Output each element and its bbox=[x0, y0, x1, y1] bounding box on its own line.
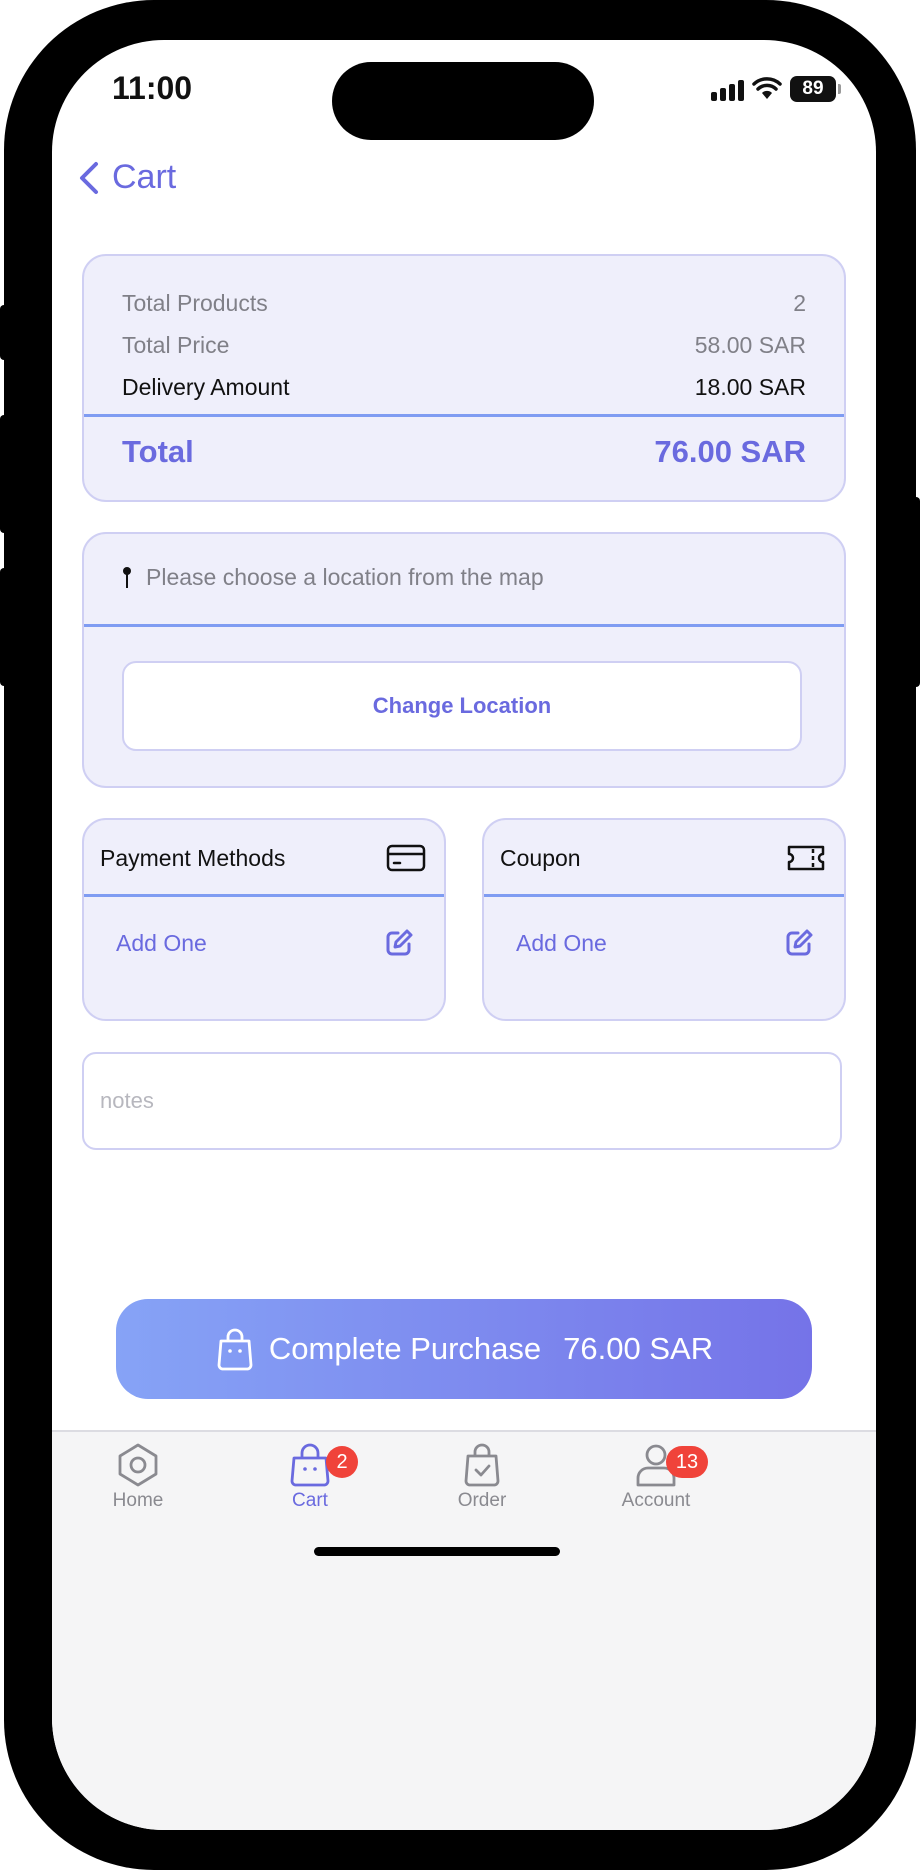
edit-icon bbox=[786, 929, 813, 956]
phone-frame: 11:00 89 Cart Total Products 2 Total Pri… bbox=[0, 0, 920, 1870]
bottom-tab-bar: Home Cart 2 Order Account 13 bbox=[52, 1430, 876, 1830]
location-prompt-row: Please choose a location from the map bbox=[122, 564, 544, 591]
status-time: 11:00 bbox=[112, 70, 193, 106]
notes-input[interactable] bbox=[82, 1052, 842, 1150]
cart-count-badge: 2 bbox=[326, 1446, 358, 1478]
chevron-left-icon bbox=[80, 161, 98, 194]
summary-divider bbox=[84, 414, 844, 417]
purchase-amount: 76.00 SAR bbox=[563, 1331, 714, 1366]
location-prompt: Please choose a location from the map bbox=[146, 564, 544, 590]
add-coupon-button[interactable]: Add One bbox=[516, 928, 814, 958]
tab-account[interactable]: Account 13 bbox=[596, 1442, 716, 1512]
purchase-label: Complete Purchase bbox=[268, 1331, 542, 1366]
home-icon bbox=[118, 1443, 158, 1487]
power-button bbox=[912, 497, 920, 687]
home-indicator bbox=[314, 1547, 560, 1556]
coupon-header: Coupon bbox=[500, 820, 826, 896]
add-payment-label: Add One bbox=[116, 929, 207, 956]
payment-divider bbox=[84, 894, 444, 897]
dynamic-island bbox=[332, 62, 594, 140]
location-divider bbox=[84, 624, 844, 627]
edit-icon bbox=[386, 929, 413, 956]
delivery-label: Delivery Amount bbox=[122, 374, 290, 400]
volume-down-button bbox=[0, 568, 8, 686]
total-price-value: 58.00 SAR bbox=[694, 332, 806, 358]
delivery-value: 18.00 SAR bbox=[694, 374, 806, 400]
coupon-divider bbox=[484, 894, 844, 897]
delivery-row: Delivery Amount 18.00 SAR bbox=[122, 374, 806, 401]
total-label: Total bbox=[122, 434, 194, 469]
app-screen: 11:00 89 Cart Total Products 2 Total Pri… bbox=[52, 40, 876, 1830]
tab-cart[interactable]: Cart 2 bbox=[250, 1442, 370, 1512]
battery-indicator: 89 bbox=[790, 76, 841, 102]
wifi-icon bbox=[752, 77, 782, 99]
location-card: Please choose a location from the map Ch… bbox=[82, 532, 846, 788]
status-indicators: 89 bbox=[711, 76, 841, 102]
volume-up-button bbox=[0, 415, 8, 533]
order-summary-card: Total Products 2 Total Price 58.00 SAR D… bbox=[82, 254, 846, 502]
total-price-label: Total Price bbox=[122, 332, 230, 358]
silent-switch bbox=[0, 305, 8, 360]
complete-purchase-button[interactable]: Complete Purchase 76.00 SAR bbox=[116, 1299, 812, 1399]
coupon-title: Coupon bbox=[500, 844, 581, 871]
tab-home-label: Home bbox=[112, 1490, 164, 1511]
tab-order[interactable]: Order bbox=[422, 1442, 542, 1512]
payment-methods-header: Payment Methods bbox=[100, 820, 426, 896]
add-coupon-label: Add One bbox=[516, 929, 607, 956]
total-price-row: Total Price 58.00 SAR bbox=[122, 332, 806, 359]
total-products-row: Total Products 2 bbox=[122, 290, 806, 317]
back-button[interactable]: Cart bbox=[76, 158, 176, 197]
tab-order-label: Order bbox=[457, 1490, 507, 1511]
credit-card-icon bbox=[386, 844, 426, 872]
pin-icon bbox=[123, 566, 131, 588]
total-row: Total 76.00 SAR bbox=[122, 434, 806, 470]
total-products-label: Total Products bbox=[122, 290, 268, 316]
change-location-button[interactable]: Change Location bbox=[122, 661, 802, 751]
payment-methods-title: Payment Methods bbox=[100, 844, 286, 871]
order-bag-icon bbox=[464, 1443, 500, 1487]
account-count-badge: 13 bbox=[666, 1446, 708, 1478]
page-title: Cart bbox=[112, 158, 177, 196]
signal-icon bbox=[711, 77, 744, 101]
total-products-value: 2 bbox=[793, 290, 806, 316]
ticket-icon bbox=[787, 845, 825, 871]
shopping-bag-icon bbox=[217, 1328, 253, 1371]
coupon-card: Coupon Add One bbox=[482, 818, 846, 1021]
payment-methods-card: Payment Methods Add One bbox=[82, 818, 446, 1021]
total-value: 76.00 SAR bbox=[654, 434, 806, 469]
tab-home[interactable]: Home bbox=[78, 1442, 198, 1512]
tab-account-label: Account bbox=[621, 1490, 691, 1511]
tab-cart-label: Cart bbox=[292, 1490, 328, 1511]
add-payment-method-button[interactable]: Add One bbox=[116, 928, 414, 958]
